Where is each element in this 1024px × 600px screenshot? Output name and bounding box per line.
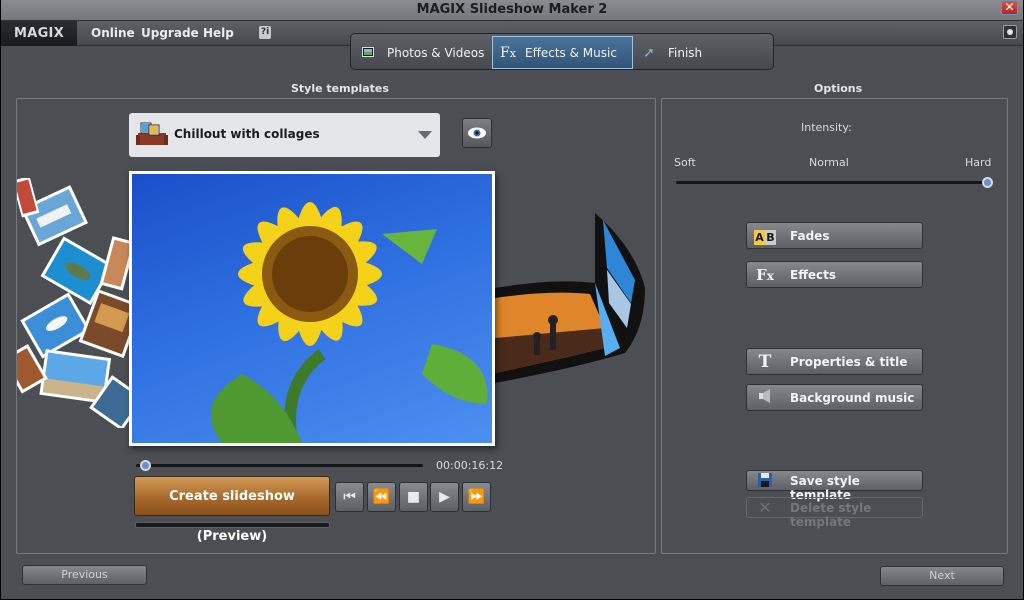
text-t-icon: T (758, 352, 772, 372)
preview-monitor (129, 171, 495, 446)
title-bar: MAGIX Slideshow Maker 2 ✕ (1, 0, 1023, 21)
play-icon: ▶ (439, 489, 450, 505)
fades-button[interactable]: AB Fades (746, 222, 923, 249)
button-label: Properties & title (790, 355, 908, 369)
scale-hard-label: Hard (965, 156, 992, 169)
playback-seek-bar[interactable] (136, 464, 423, 467)
intensity-slider-track[interactable] (676, 181, 988, 184)
tab-label: Effects & Music (525, 45, 617, 60)
ab-icon: AB (754, 230, 776, 245)
scale-soft-label: Soft (674, 156, 696, 169)
fast-forward-icon: ⏩ (467, 489, 486, 505)
options-heading: Options (814, 82, 863, 95)
arrow-up-right-icon: ➚ (643, 44, 655, 61)
render-progress-bar (135, 522, 330, 528)
tab-finish[interactable]: ➚ Finish (634, 36, 771, 69)
rewind-button[interactable]: ⏪ (367, 482, 396, 512)
skip-start-icon: ⏮ (343, 489, 356, 505)
button-label: Effects (790, 268, 837, 282)
tab-label: Photos & Videos (387, 45, 485, 60)
stop-icon: ■ (406, 489, 421, 505)
selected-template: Chillout with collages (174, 127, 320, 141)
floppy-disk-icon (752, 472, 778, 492)
intensity-slider-handle[interactable] (982, 177, 993, 188)
close-icon: ✕ (1004, 0, 1015, 14)
delete-style-template-button[interactable]: ✕ Delete style template (746, 497, 923, 529)
settings-dot-button[interactable] (1003, 25, 1017, 39)
help-info-icon[interactable]: ?i (259, 26, 271, 39)
scale-normal-label: Normal (809, 156, 849, 169)
play-button[interactable]: ▶ (430, 482, 459, 512)
menu-help[interactable]: Help (203, 26, 234, 40)
fx-icon: Fx (756, 266, 774, 284)
chevron-down-icon (418, 131, 432, 139)
workflow-tabs: Photos & Videos Fx Effects & Music ➚ Fin… (350, 33, 774, 70)
create-slideshow-preview-button[interactable]: Create slideshow (Preview) (134, 476, 330, 544)
tab-effects-music[interactable]: Fx Effects & Music (492, 36, 633, 69)
save-style-template-button[interactable]: Save style template (746, 470, 923, 502)
tab-label: Finish (668, 45, 703, 60)
rewind-icon: ⏪ (372, 489, 391, 505)
timecode-display: 00:00:16:12 (436, 459, 504, 472)
preview-eye-button[interactable] (462, 118, 492, 148)
button-label: Background music (790, 391, 915, 405)
app-window: MAGIX Slideshow Maker 2 ✕ MAGIX Online U… (1, 0, 1023, 599)
playback-seek-handle[interactable] (139, 460, 151, 471)
photo-icon (353, 46, 383, 60)
sofa-collage-icon (136, 122, 168, 145)
tab-photos-videos[interactable]: Photos & Videos (353, 36, 491, 69)
close-button[interactable]: ✕ (1001, 0, 1018, 15)
button-label: Delete style template (790, 501, 872, 529)
magix-logo: MAGIX (1, 21, 77, 46)
button-label: Fades (790, 229, 830, 243)
style-templates-heading: Style templates (291, 82, 389, 95)
photo-collage-decoration (17, 178, 129, 428)
fx-icon: Fx (500, 44, 516, 61)
window-title: MAGIX Slideshow Maker 2 (416, 2, 608, 17)
menu-upgrade[interactable]: Upgrade (141, 26, 199, 40)
eye-icon (468, 127, 486, 139)
properties-title-button[interactable]: T Properties & title (746, 348, 923, 375)
speaker-icon (752, 388, 778, 408)
menu-online[interactable]: Online (91, 26, 135, 40)
background-music-button[interactable]: Background music (746, 384, 923, 411)
next-button[interactable]: Next (880, 566, 1004, 586)
skip-to-start-button[interactable]: ⏮ (335, 482, 364, 512)
stop-button[interactable]: ■ (399, 482, 428, 512)
preview-image (132, 174, 492, 443)
style-template-dropdown[interactable]: Chillout with collages (129, 113, 440, 157)
intensity-label: Intensity: (801, 121, 852, 134)
effects-button[interactable]: Fx Effects (746, 261, 923, 288)
previous-button[interactable]: Previous (22, 565, 147, 585)
film-strip-decoration (495, 213, 645, 383)
fast-forward-button[interactable]: ⏩ (462, 482, 491, 512)
delete-x-icon: ✕ (758, 498, 772, 517)
